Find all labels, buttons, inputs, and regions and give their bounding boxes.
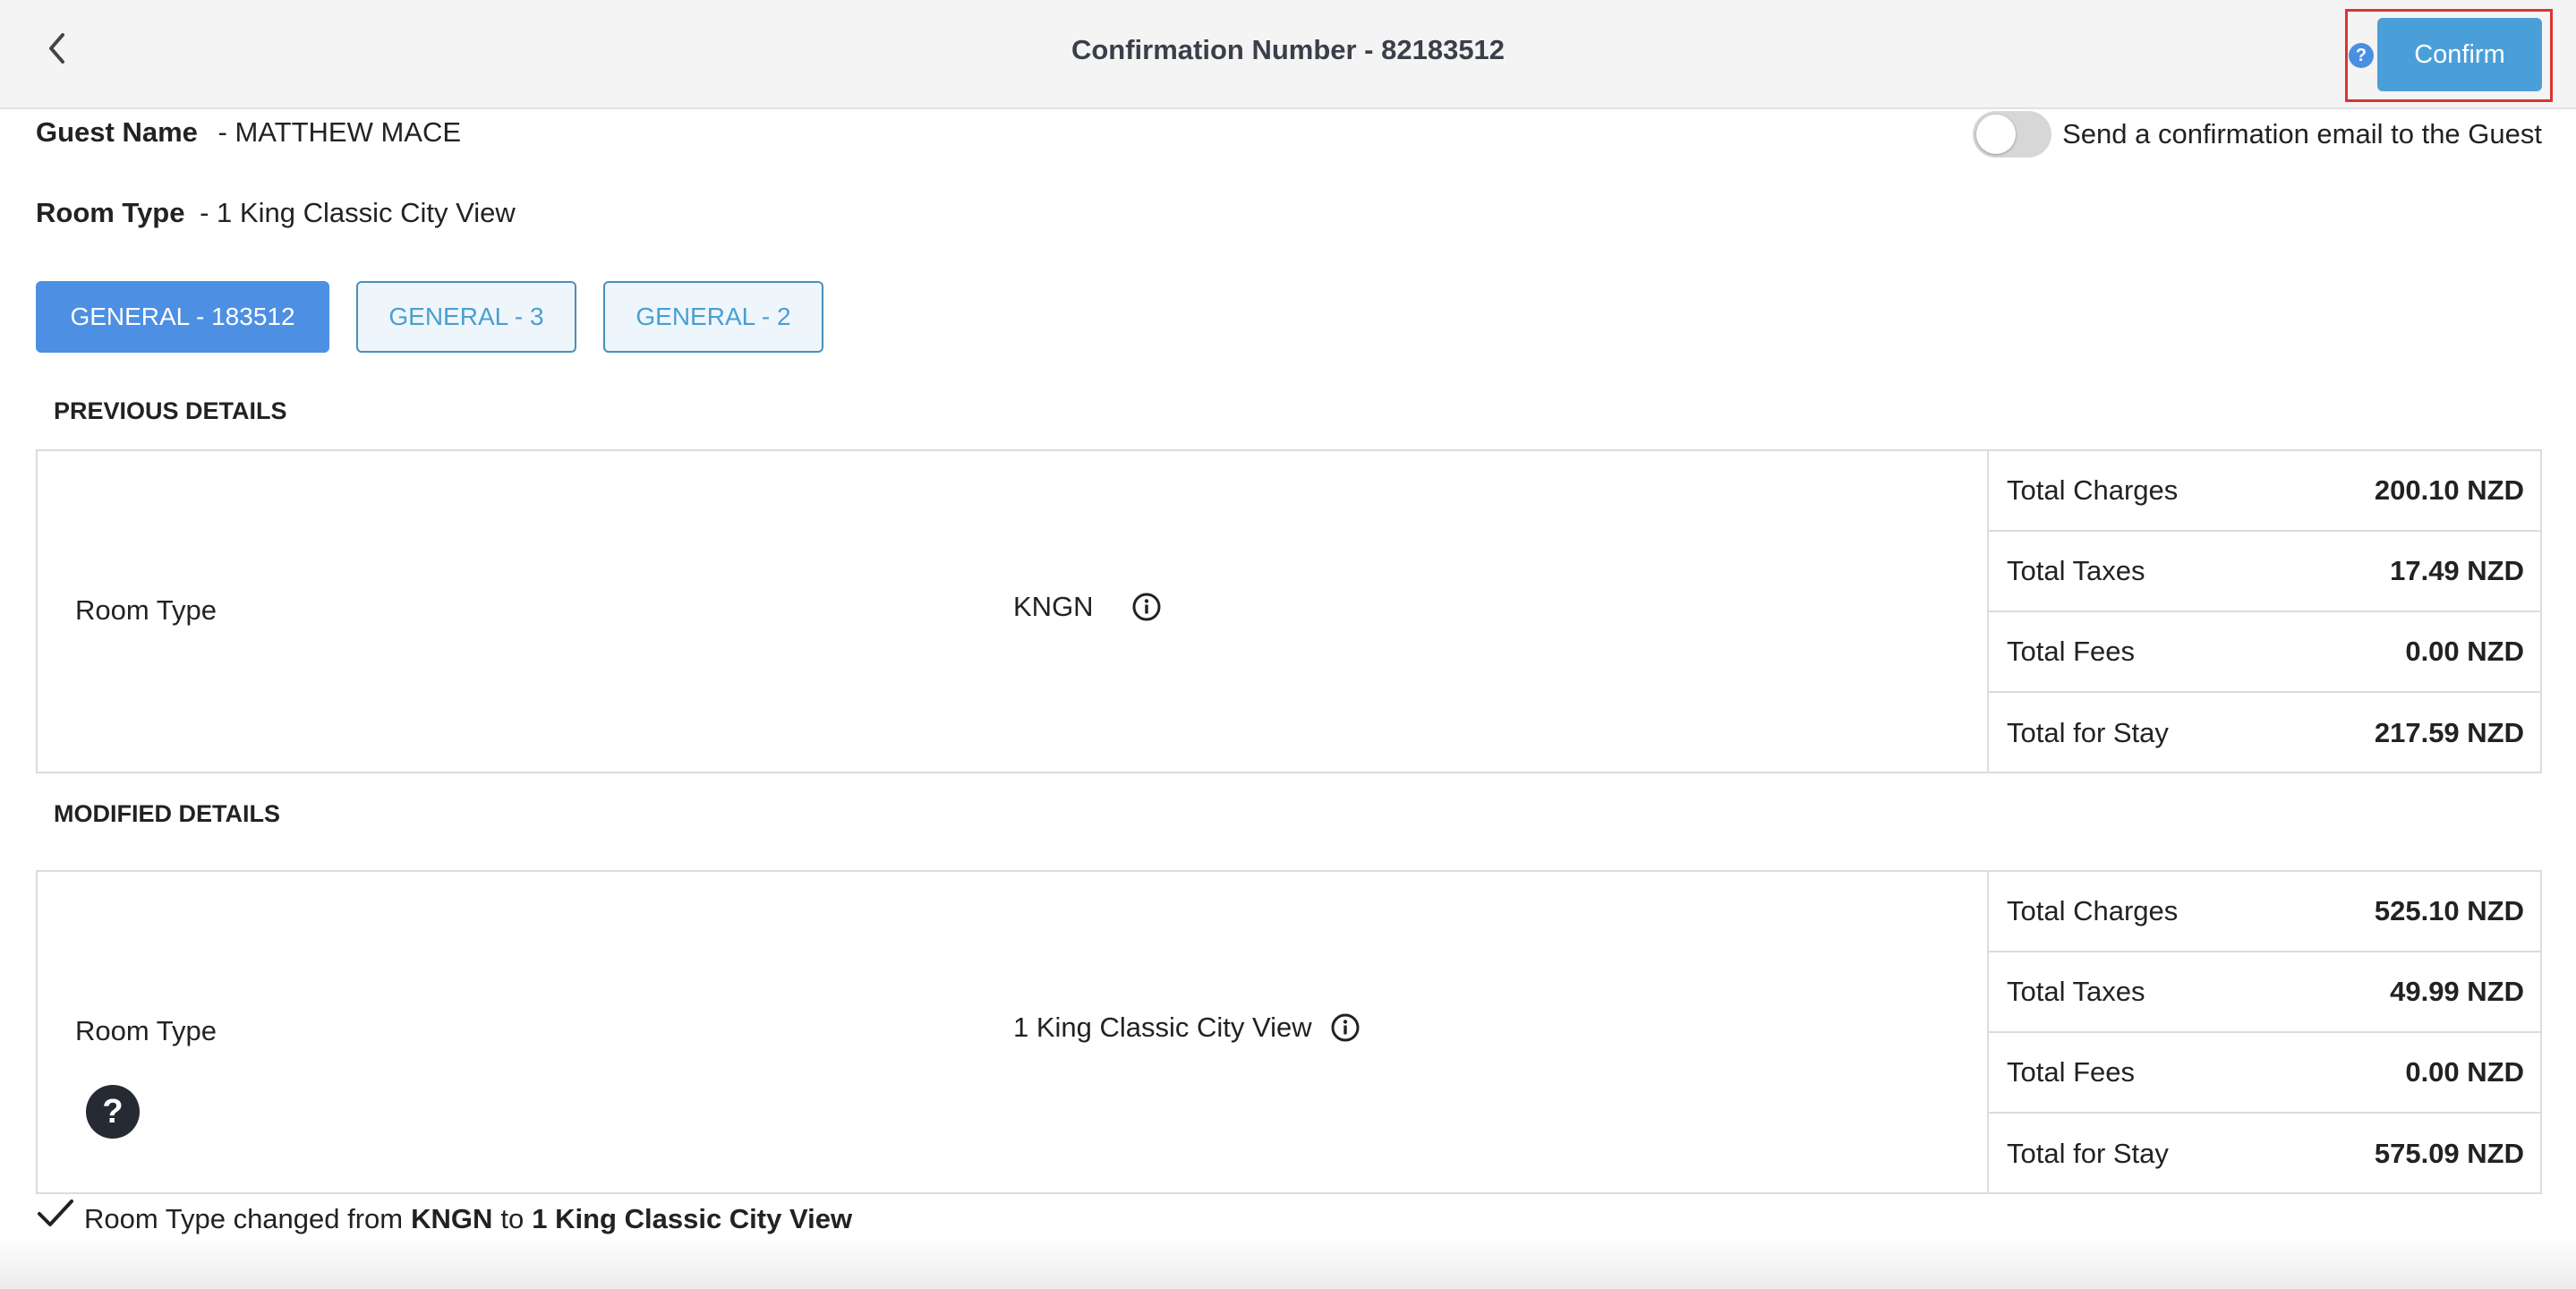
email-toggle-row: Send a confirmation email to the Guest: [1973, 111, 2542, 158]
help-icon[interactable]: ?: [2349, 43, 2374, 68]
previous-room-type-value: KNGN: [1013, 591, 1094, 622]
modified-total-fees-row: Total Fees 0.00 NZD: [1989, 1033, 2542, 1114]
modified-room-type-label: Room Type: [75, 1015, 217, 1046]
modified-room-section: Room Type ? 1 King Classic City View: [38, 872, 1987, 1192]
total-label: Total Charges: [2007, 895, 2179, 926]
change-prefix: Room Type changed from: [84, 1203, 404, 1234]
previous-totals: Total Charges 200.10 NZD Total Taxes 17.…: [1987, 451, 2542, 772]
help-question-button[interactable]: ?: [86, 1085, 140, 1139]
modified-room-type-value: 1 King Classic City View: [1013, 1012, 1312, 1043]
total-label: Total Taxes: [2007, 555, 2145, 586]
total-amount: 49.99 NZD: [2390, 976, 2524, 1007]
modified-totals: Total Charges 525.10 NZD Total Taxes 49.…: [1987, 872, 2542, 1192]
tab-general-3[interactable]: GENERAL - 3: [356, 281, 576, 353]
change-summary: Room Type changed from KNGN to 1 King Cl…: [36, 1199, 853, 1235]
email-toggle-label: Send a confirmation email to the Guest: [2062, 118, 2542, 149]
previous-details-heading: PREVIOUS DETAILS: [54, 397, 287, 424]
bottom-shadow: [0, 1235, 2576, 1289]
header-bar: Confirmation Number - 82183512 ? Confirm: [0, 0, 2576, 109]
total-label: Total Charges: [2007, 474, 2179, 506]
guest-name-label: Guest Name: [36, 116, 198, 148]
email-toggle[interactable]: [1973, 111, 2052, 158]
modified-total-taxes-row: Total Taxes 49.99 NZD: [1989, 952, 2542, 1033]
checkmark-icon: [38, 1199, 73, 1226]
room-type-row: Room Type - 1 King Classic City View: [36, 197, 516, 229]
previous-total-taxes-row: Total Taxes 17.49 NZD: [1989, 532, 2542, 612]
change-middle: to: [500, 1203, 525, 1234]
tab-general-183512[interactable]: GENERAL - 183512: [36, 281, 329, 353]
modified-details-heading: MODIFIED DETAILS: [54, 800, 280, 827]
previous-total-charges-row: Total Charges 200.10 NZD: [1989, 451, 2542, 532]
guest-name-value: - MATTHEW MACE: [218, 116, 462, 148]
previous-room-type-value-row: KNGN: [1013, 591, 1162, 623]
total-label: Total Fees: [2007, 1056, 2136, 1088]
toggle-knob: [1976, 115, 2017, 154]
total-amount: 0.00 NZD: [2405, 1056, 2524, 1088]
page-title: Confirmation Number - 82183512: [1070, 34, 1506, 65]
previous-room-section: Room Type KNGN: [38, 451, 1987, 772]
total-label: Total Taxes: [2007, 976, 2145, 1007]
confirm-button[interactable]: Confirm: [2377, 18, 2542, 91]
change-from: KNGN: [411, 1203, 493, 1234]
modified-total-charges-row: Total Charges 525.10 NZD: [1989, 872, 2542, 952]
total-amount: 217.59 NZD: [2374, 717, 2524, 748]
total-amount: 200.10 NZD: [2374, 474, 2524, 506]
previous-total-stay-row: Total for Stay 217.59 NZD: [1989, 693, 2542, 773]
info-icon[interactable]: [1131, 592, 1162, 622]
guest-name-row: Guest Name - MATTHEW MACE: [36, 116, 461, 149]
total-label: Total Fees: [2007, 636, 2136, 667]
page: Confirmation Number - 82183512 ? Confirm…: [0, 0, 2576, 1289]
previous-room-type-label: Room Type: [75, 594, 217, 626]
previous-total-fees-row: Total Fees 0.00 NZD: [1989, 612, 2542, 693]
total-label: Total for Stay: [2007, 717, 2169, 748]
reservation-tabs: GENERAL - 183512 GENERAL - 3 GENERAL - 2: [36, 281, 850, 353]
total-label: Total for Stay: [2007, 1138, 2169, 1169]
change-to: 1 King Classic City View: [532, 1203, 853, 1234]
modified-details-panel: Room Type ? 1 King Classic City View Tot…: [36, 870, 2542, 1194]
info-icon[interactable]: [1330, 1012, 1361, 1043]
total-amount: 525.10 NZD: [2374, 895, 2524, 926]
total-amount: 0.00 NZD: [2405, 636, 2524, 667]
total-amount: 17.49 NZD: [2390, 555, 2524, 586]
modified-room-type-value-row: 1 King Classic City View: [1013, 1012, 1361, 1044]
room-type-value: - 1 King Classic City View: [200, 197, 516, 228]
previous-details-panel: Room Type KNGN Total Charges 200.10 NZD …: [36, 449, 2542, 773]
tab-general-2[interactable]: GENERAL - 2: [603, 281, 823, 353]
total-amount: 575.09 NZD: [2374, 1138, 2524, 1169]
room-type-label: Room Type: [36, 197, 185, 228]
modified-total-stay-row: Total for Stay 575.09 NZD: [1989, 1114, 2542, 1194]
